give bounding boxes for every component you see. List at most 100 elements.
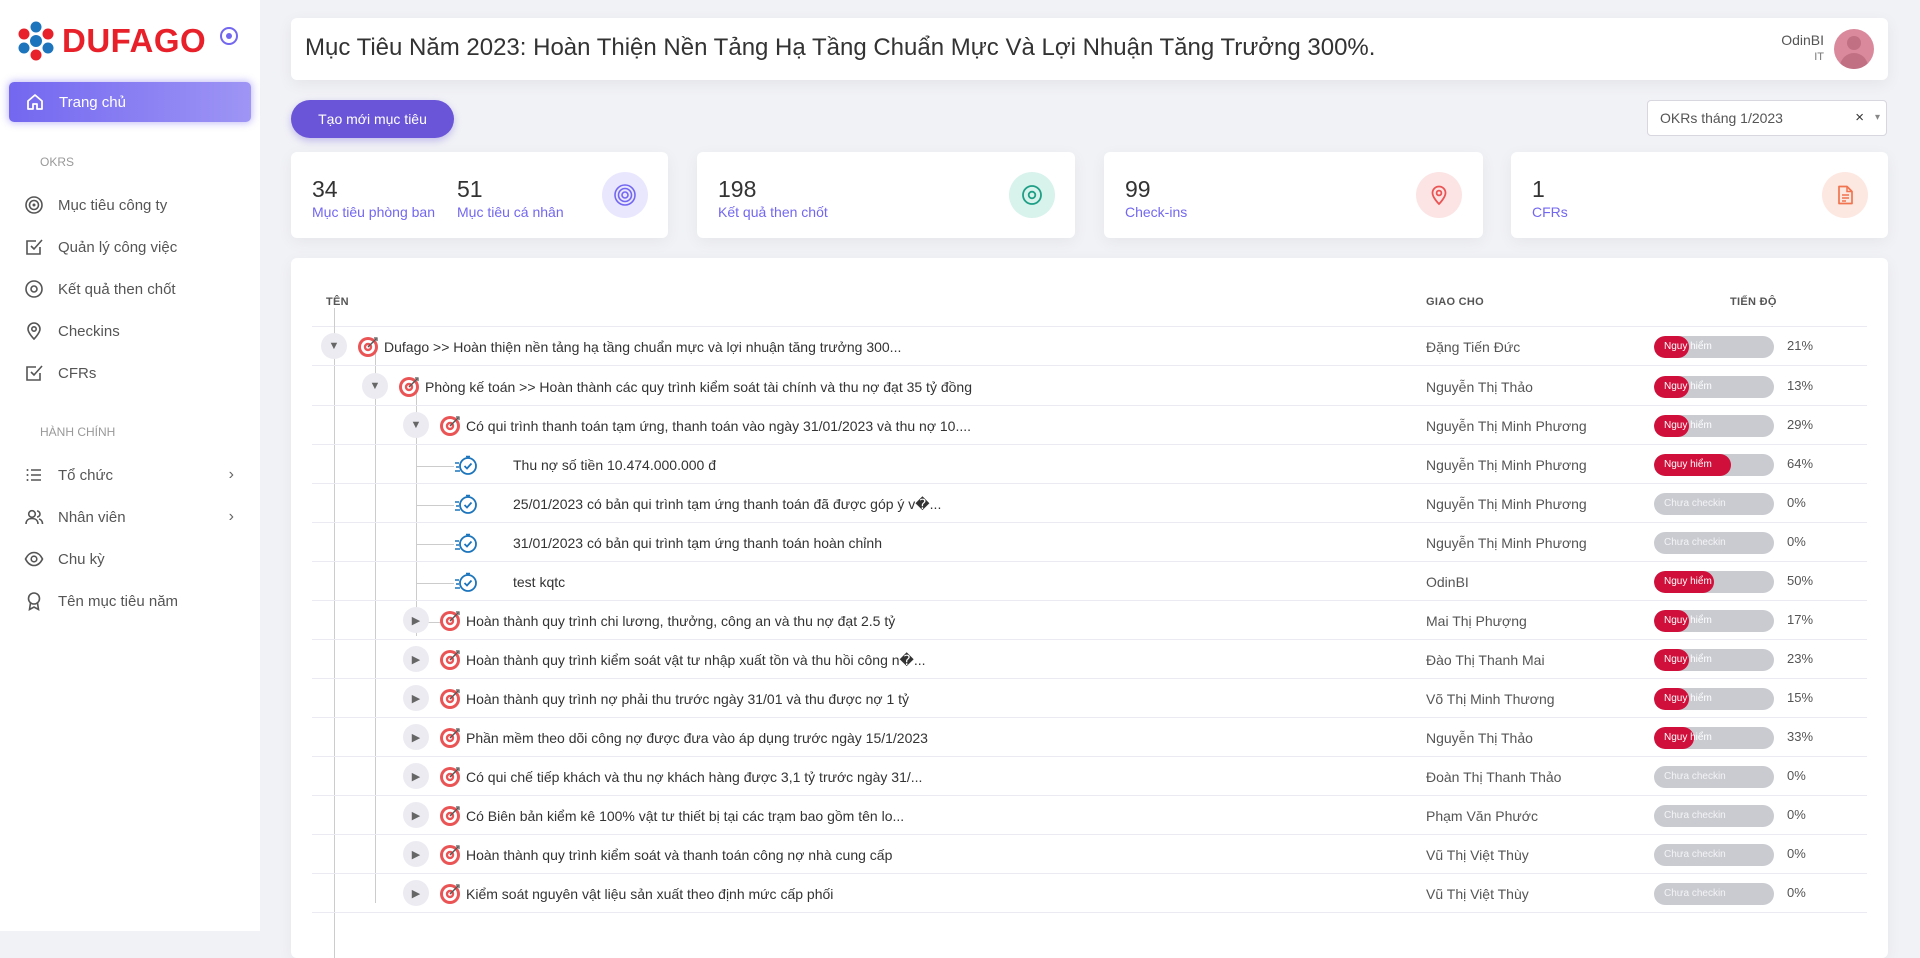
objective-target-icon [439,805,461,827]
status-badge: Nguy hiểm [1664,732,1712,743]
row-name[interactable]: Phần mềm theo dõi công nợ được đưa vào á… [466,730,928,746]
user-role: IT [1814,51,1824,63]
collapse-toggle-icon[interactable]: ▼ [321,333,347,359]
expand-toggle-icon[interactable]: ▶ [403,685,429,711]
table-row[interactable]: 31/01/2023 có bản qui trình tạm ứng than… [291,523,1888,562]
sidebar-toggle-icon[interactable] [220,27,238,45]
personal-goals-label[interactable]: Mục tiêu cá nhân [457,204,564,220]
chevron-down-icon[interactable]: ▾ [1875,112,1880,123]
progress-bar: Nguy hiểm [1654,688,1774,710]
row-name[interactable]: Hoàn thành quy trình chi lương, thưởng, … [466,613,895,629]
sidebar-item-organization[interactable]: Tổ chức › [24,460,244,490]
row-owner: OdinBI [1426,574,1469,590]
stat-card-checkins: 99 Check-ins [1104,152,1483,238]
collapse-toggle-icon[interactable]: ▼ [362,373,388,399]
row-owner: Nguyễn Thị Thảo [1426,730,1533,746]
progress-percent: 13% [1787,378,1814,393]
row-name[interactable]: Dufago >> Hoàn thiện nền tảng hạ tầng ch… [384,339,901,355]
progress-percent: 0% [1787,768,1806,783]
row-name[interactable]: Kiểm soát nguyên vật liệu sản xuất theo … [466,886,833,902]
row-name[interactable]: Hoàn thành quy trình kiểm soát vật tư nh… [466,652,926,669]
target-icon [25,196,43,214]
collapse-toggle-icon[interactable]: ▼ [403,412,429,438]
cfrs-label[interactable]: CFRs [1532,204,1568,220]
period-select[interactable]: OKRs tháng 1/2023 × ▾ [1647,100,1887,136]
brand-logo[interactable]: DUFAGO [16,20,206,62]
brand-name: DUFAGO [62,22,207,59]
row-name[interactable]: Có qui chế tiếp khách và thu nợ khách hà… [466,769,922,785]
row-owner: Vũ Thị Việt Thùy [1426,886,1529,902]
table-row[interactable]: ▶ Hoàn thành quy trình nợ phải thu trước … [291,679,1888,718]
expand-toggle-icon[interactable]: ▶ [403,607,429,633]
table-row[interactable]: ▼ Có qui trình thanh toán tạm ứng, thanh … [291,406,1888,445]
table-row[interactable]: ▶ Kiểm soát nguyên vật liệu sản xuất theo… [291,874,1888,913]
table-row[interactable]: test kqtc OdinBI Nguy hiểm 50% [291,562,1888,601]
award-icon [27,592,41,611]
sidebar-item-home[interactable]: Trang chủ [9,82,251,122]
row-name[interactable]: 31/01/2023 có bản qui trình tạm ứng than… [513,535,882,551]
expand-toggle-icon[interactable]: ▶ [403,724,429,750]
table-row[interactable]: 25/01/2023 có bản qui trình tạm ứng than… [291,484,1888,523]
table-row[interactable]: ▶ Hoàn thành quy trình kiểm soát và thanh… [291,835,1888,874]
expand-toggle-icon[interactable]: ▶ [403,802,429,828]
row-name[interactable]: Hoàn thành quy trình nợ phải thu trước n… [466,691,909,707]
sidebar-item-annual-goal-names[interactable]: Tên mục tiêu năm [24,586,244,616]
chevron-right-icon: › [228,466,234,483]
dept-goals-label[interactable]: Mục tiêu phòng ban [312,204,435,220]
table-row[interactable]: ▼ Phòng kế toán >> Hoàn thành các quy trì… [291,367,1888,406]
progress-bar: Nguy hiểm [1654,336,1774,358]
objective-target-icon [439,766,461,788]
sidebar-item-cfrs[interactable]: CFRs [24,358,244,388]
progress-bar: Chưa checkin [1654,844,1774,866]
row-name[interactable]: Phòng kế toán >> Hoàn thành các quy trìn… [425,379,972,395]
progress-percent: 17% [1787,612,1814,627]
row-name[interactable]: Thu nợ số tiền 10.474.000.000 đ [513,457,716,473]
table-row[interactable]: ▼ Dufago >> Hoàn thiện nền tảng hạ tầng c… [291,327,1888,366]
row-owner: Đặng Tiến Đức [1426,339,1521,355]
row-name[interactable]: 25/01/2023 có bản qui trình tạm ứng than… [513,496,941,513]
progress-bar: Nguy hiểm [1654,649,1774,671]
map-pin-icon [1416,172,1462,218]
expand-toggle-icon[interactable]: ▶ [403,646,429,672]
status-badge: Nguy hiểm [1664,576,1712,587]
row-name[interactable]: Có Biên bản kiểm kê 100% vật tư thiết bị… [466,808,904,824]
table-row[interactable]: ▶ Phần mềm theo dõi công nợ được đưa vào … [291,718,1888,757]
expand-toggle-icon[interactable]: ▶ [403,841,429,867]
sidebar-item-tasks[interactable]: Quản lý công việc [24,232,244,262]
column-header-name: TÊN [326,296,349,308]
row-name[interactable]: Hoàn thành quy trình kiểm soát và thanh … [466,847,892,863]
clear-icon[interactable]: × [1855,109,1864,126]
sidebar-item-key-results[interactable]: Kết quả then chốt [24,274,244,304]
checkins-label[interactable]: Check-ins [1125,204,1187,220]
sidebar-item-checkins[interactable]: Checkins [24,316,244,346]
expand-toggle-icon[interactable]: ▶ [403,763,429,789]
home-icon [27,94,43,110]
status-badge: Nguy hiểm [1664,341,1712,352]
expand-toggle-icon[interactable]: ▶ [403,880,429,906]
objective-target-icon [357,336,379,358]
table-row[interactable]: ▶ Hoàn thành quy trình kiểm soát vật tư n… [291,640,1888,679]
objective-target-icon [439,415,461,437]
user-name[interactable]: OdinBI [1781,32,1824,48]
table-row[interactable]: ▶ Có qui chế tiếp khách và thu nợ khách h… [291,757,1888,796]
dept-goals-count: 34 [312,176,338,202]
circle-dot-icon [1009,172,1055,218]
personal-goals-count: 51 [457,176,483,202]
table-row[interactable]: Thu nợ số tiền 10.474.000.000 đ Nguyễn Th… [291,445,1888,484]
objective-target-icon [398,376,420,398]
row-name[interactable]: Có qui trình thanh toán tạm ứng, thanh t… [466,418,971,434]
sidebar-item-employees[interactable]: Nhân viên › [24,502,244,532]
key-results-label[interactable]: Kết quả then chốt [718,204,828,220]
status-badge: Chưa checkin [1664,498,1726,509]
sidebar-item-label: Quản lý công việc [58,238,178,256]
sidebar-item-company-goals[interactable]: Mục tiêu công ty [24,190,244,220]
page-title: Mục Tiêu Năm 2023: Hoàn Thiện Nền Tảng H… [305,34,1376,61]
sidebar-item-cycles[interactable]: Chu kỳ [24,544,244,574]
table-row[interactable]: ▶ Có Biên bản kiểm kê 100% vật tư thiết b… [291,796,1888,835]
create-goal-button[interactable]: Tạo mới mục tiêu [291,100,454,138]
objective-target-icon [439,610,461,632]
avatar[interactable] [1834,29,1874,69]
table-row[interactable]: ▶ Hoàn thành quy trình chi lương, thưởng,… [291,601,1888,640]
row-owner: Đoàn Thị Thanh Thảo [1426,769,1562,785]
row-name[interactable]: test kqtc [513,574,565,590]
